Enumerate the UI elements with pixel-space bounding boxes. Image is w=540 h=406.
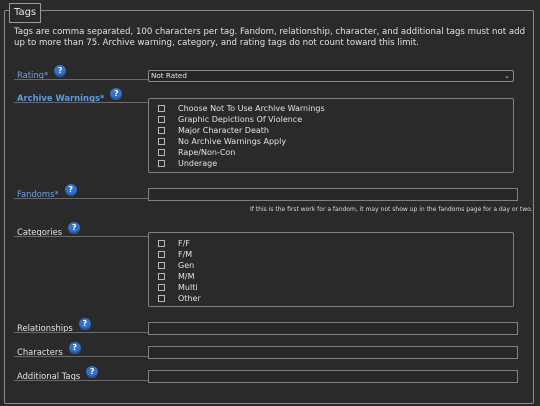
checkbox[interactable] (158, 116, 165, 123)
fandoms-help-icon[interactable]: ? (64, 184, 77, 196)
warning-option[interactable]: Major Character Death (158, 126, 269, 135)
warning-option[interactable]: Rape/Non-Con (158, 148, 235, 157)
checkbox[interactable] (158, 240, 165, 247)
category-option-label: F/F (178, 239, 190, 248)
warnings-help-icon[interactable]: ? (110, 88, 123, 100)
checkbox[interactable] (158, 273, 165, 280)
checkbox[interactable] (158, 127, 165, 134)
checkbox[interactable] (158, 105, 165, 112)
warning-option-label: Major Character Death (178, 126, 269, 135)
category-option-label: M/M (178, 272, 195, 281)
warning-option[interactable]: Graphic Depictions Of Violence (158, 115, 302, 124)
additional-tags-divider (14, 380, 148, 381)
category-option[interactable]: Other (158, 294, 201, 303)
category-option[interactable]: F/F (158, 239, 190, 248)
characters-divider (14, 356, 148, 357)
category-option[interactable]: F/M (158, 250, 192, 259)
checkbox[interactable] (158, 262, 165, 269)
category-option-label: Multi (178, 283, 198, 292)
warnings-divider (14, 102, 148, 103)
warnings-checkbox-group: Choose Not To Use Archive Warnings Graph… (148, 98, 514, 173)
category-option[interactable]: Multi (158, 283, 198, 292)
tags-legend: Tags (9, 3, 42, 23)
additional-tags-help-icon[interactable]: ? (86, 366, 99, 378)
tags-intro-text: Tags are comma separated, 100 characters… (14, 27, 526, 48)
category-option-label: Gen (178, 261, 195, 270)
warning-option-label: Underage (178, 159, 218, 168)
warning-option-label: No Archive Warnings Apply (178, 137, 287, 146)
relationships-divider (14, 332, 148, 333)
fandoms-note: If this is the first work for a fandom, … (250, 206, 533, 213)
category-option-label: Other (178, 294, 201, 303)
checkbox[interactable] (158, 284, 165, 291)
warning-option[interactable]: Underage (158, 159, 217, 168)
fandoms-input[interactable] (148, 188, 518, 201)
category-option[interactable]: Gen (158, 261, 194, 270)
warning-option-label: Rape/Non-Con (178, 148, 236, 157)
warning-option-label: Choose Not To Use Archive Warnings (178, 104, 325, 113)
characters-input[interactable] (148, 346, 518, 359)
checkbox[interactable] (158, 160, 165, 167)
chevron-down-icon: ⌄ (504, 72, 510, 80)
categories-checkbox-group: F/F F/M Gen M/M Multi Other (148, 232, 514, 307)
category-option-label: F/M (178, 250, 193, 259)
rating-help-icon[interactable]: ? (54, 65, 67, 77)
rating-divider (14, 79, 148, 80)
rating-select-value: Not Rated (151, 71, 187, 80)
checkbox[interactable] (158, 149, 165, 156)
checkbox[interactable] (158, 138, 165, 145)
categories-divider (14, 236, 148, 237)
characters-help-icon[interactable]: ? (68, 342, 81, 354)
relationships-input[interactable] (148, 322, 518, 335)
checkbox[interactable] (158, 251, 165, 258)
warning-option[interactable]: No Archive Warnings Apply (158, 137, 286, 146)
checkbox[interactable] (158, 295, 165, 302)
warning-option[interactable]: Choose Not To Use Archive Warnings (158, 104, 325, 113)
additional-tags-input[interactable] (148, 370, 518, 383)
category-option[interactable]: M/M (158, 272, 195, 281)
rating-select[interactable]: Not Rated ⌄ (148, 70, 514, 82)
fandoms-divider (14, 198, 148, 199)
relationships-help-icon[interactable]: ? (78, 318, 91, 330)
warning-option-label: Graphic Depictions Of Violence (178, 115, 303, 124)
categories-help-icon[interactable]: ? (68, 222, 81, 234)
